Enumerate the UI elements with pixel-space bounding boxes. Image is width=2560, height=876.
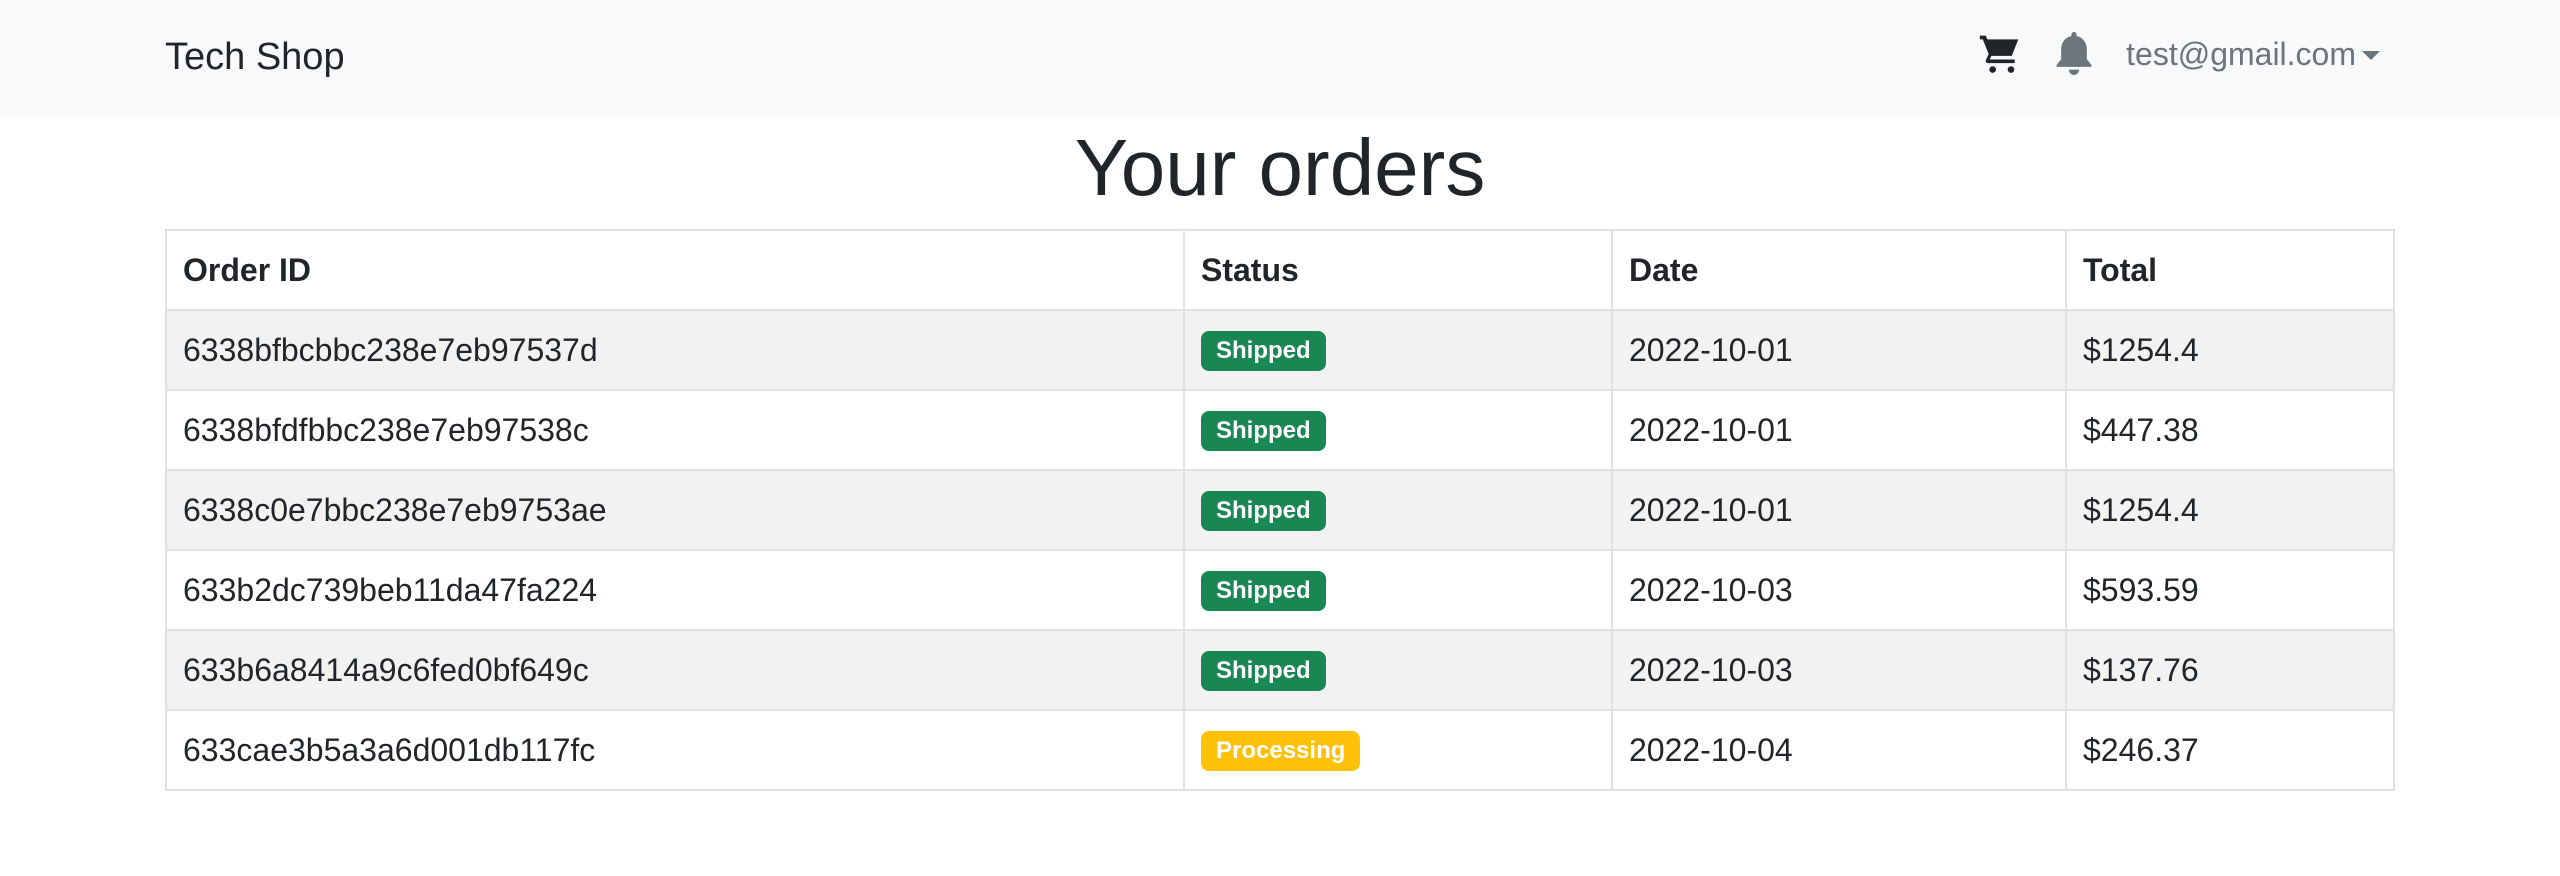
status-cell: Shipped — [1183, 309, 1613, 391]
status-cell: Shipped — [1183, 549, 1613, 631]
table-row: 633cae3b5a3a6d001db117fc Processing 2022… — [165, 709, 2395, 791]
order-id-cell: 6338bfdfbbc238e7eb97538c — [165, 389, 1185, 471]
navbar-actions: test@gmail.com — [1976, 24, 2380, 84]
bell-icon[interactable] — [2050, 27, 2098, 81]
table-row: 6338bfbcbbc238e7eb97537d Shipped 2022-10… — [165, 309, 2395, 391]
total-cell: $593.59 — [2065, 549, 2395, 631]
status-badge: Shipped — [1201, 571, 1326, 611]
status-badge: Shipped — [1201, 331, 1326, 371]
status-cell: Shipped — [1183, 389, 1613, 471]
orders-table: Order ID Status Date Total 6338bfbcbbc23… — [165, 229, 2395, 791]
date-cell: 2022-10-04 — [1611, 709, 2067, 791]
user-email: test@gmail.com — [2126, 35, 2356, 72]
date-cell: 2022-10-03 — [1611, 629, 2067, 711]
date-cell: 2022-10-03 — [1611, 549, 2067, 631]
page-title: Your orders — [1074, 123, 1486, 212]
status-cell: Shipped — [1183, 469, 1613, 551]
status-badge: Shipped — [1201, 411, 1326, 451]
order-id-cell: 633cae3b5a3a6d001db117fc — [165, 709, 1185, 791]
total-cell: $1254.4 — [2065, 469, 2395, 551]
header-date: Date — [1611, 229, 2067, 311]
cart-icon[interactable] — [1976, 30, 2024, 78]
status-badge: Shipped — [1201, 491, 1326, 531]
total-cell: $1254.4 — [2065, 309, 2395, 391]
brand-link[interactable]: Tech Shop — [165, 30, 345, 84]
user-menu-dropdown[interactable]: test@gmail.com — [2126, 36, 2380, 73]
table-row: 633b2dc739beb11da47fa224 Shipped 2022-10… — [165, 549, 2395, 631]
status-cell: Processing — [1183, 709, 1613, 791]
total-cell: $246.37 — [2065, 709, 2395, 791]
order-id-cell: 6338c0e7bbc238e7eb9753ae — [165, 469, 1185, 551]
header-status: Status — [1183, 229, 1613, 311]
date-cell: 2022-10-01 — [1611, 389, 2067, 471]
navbar: Tech Shop test@gmail.com — [0, 0, 2560, 116]
status-cell: Shipped — [1183, 629, 1613, 711]
order-id-cell: 633b2dc739beb11da47fa224 — [165, 549, 1185, 631]
date-cell: 2022-10-01 — [1611, 309, 2067, 391]
order-id-cell: 633b6a8414a9c6fed0bf649c — [165, 629, 1185, 711]
table-row: 6338bfdfbbc238e7eb97538c Shipped 2022-10… — [165, 389, 2395, 471]
status-badge: Processing — [1201, 731, 1361, 771]
date-cell: 2022-10-01 — [1611, 469, 2067, 551]
chevron-down-icon — [2362, 50, 2380, 60]
total-cell: $447.38 — [2065, 389, 2395, 471]
total-cell: $137.76 — [2065, 629, 2395, 711]
table-row: 6338c0e7bbc238e7eb9753ae Shipped 2022-10… — [165, 469, 2395, 551]
table-row: 633b6a8414a9c6fed0bf649c Shipped 2022-10… — [165, 629, 2395, 711]
table-header-row: Order ID Status Date Total — [165, 229, 2395, 311]
order-id-cell: 6338bfbcbbc238e7eb97537d — [165, 309, 1185, 391]
status-badge: Shipped — [1201, 651, 1326, 691]
header-total: Total — [2065, 229, 2395, 311]
header-order-id: Order ID — [165, 229, 1185, 311]
